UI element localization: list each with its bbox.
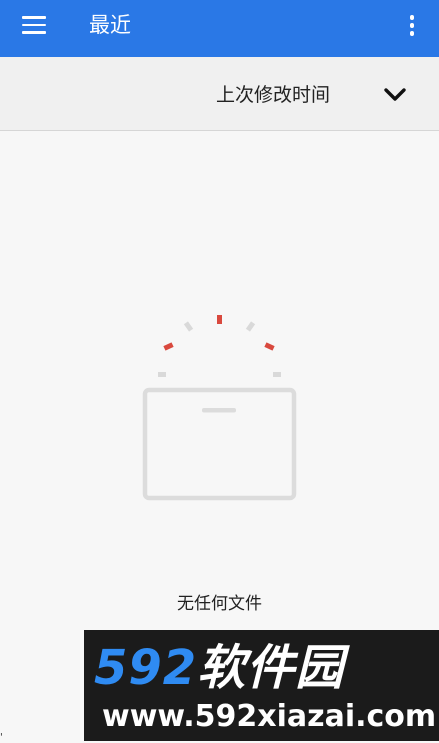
watermark: 592软件园 www.592xiazai.com [84, 630, 439, 741]
watermark-logo-text: 软件园 [197, 640, 345, 696]
more-vert-icon[interactable] [404, 13, 420, 37]
empty-folder-icon [140, 312, 300, 504]
sort-bar: 上次修改时间 [0, 57, 439, 131]
watermark-logo: 592软件园 [94, 640, 344, 696]
page-title: 最近 [89, 13, 131, 37]
chevron-down-icon[interactable] [380, 82, 410, 108]
empty-message: 无任何文件 [177, 594, 262, 614]
menu-icon[interactable] [22, 16, 46, 34]
sort-label[interactable]: 上次修改时间 [216, 82, 330, 108]
corner-mark: ' [0, 732, 3, 743]
watermark-logo-number: 592 [94, 640, 198, 696]
watermark-url: www.592xiazai.com [102, 699, 437, 734]
app-bar: 最近 [0, 0, 439, 57]
